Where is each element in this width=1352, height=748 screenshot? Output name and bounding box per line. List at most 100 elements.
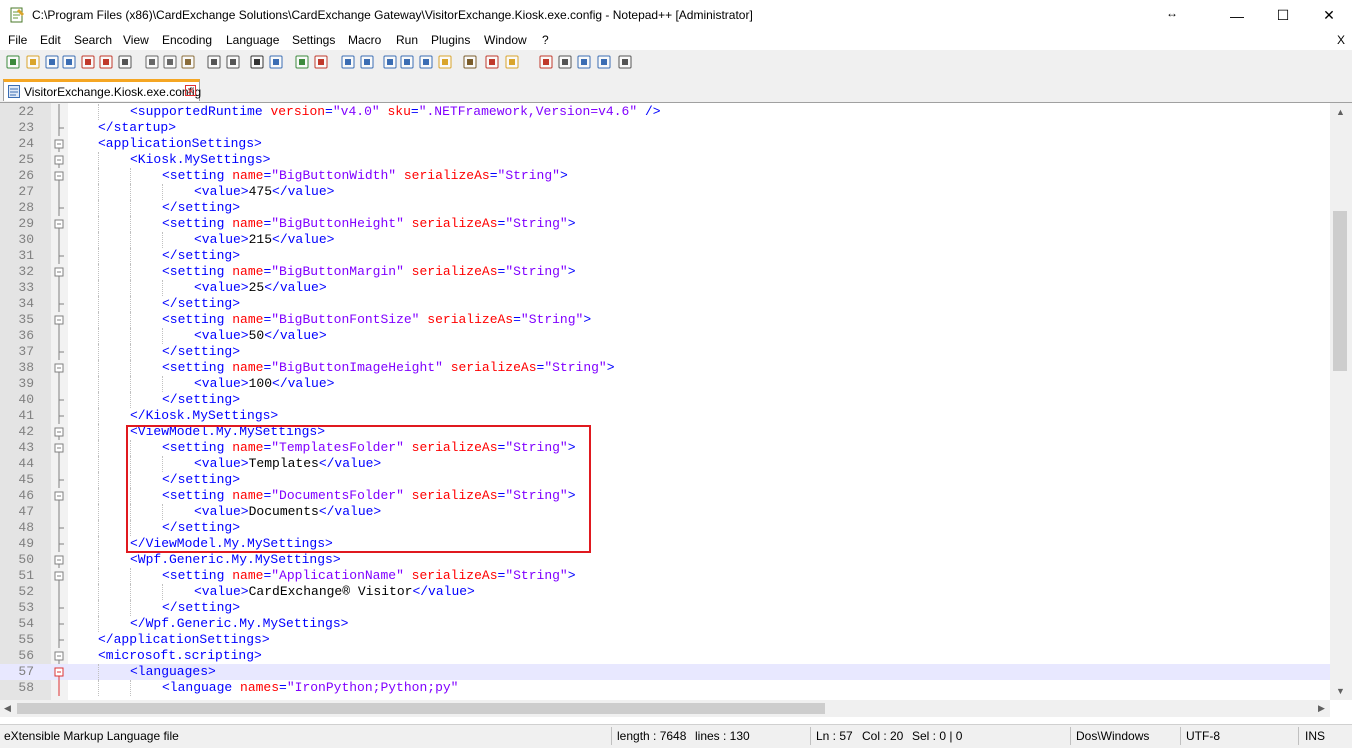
code-line[interactable]: 30 <value>215</value> xyxy=(0,232,1330,248)
menu-encoding[interactable]: Encoding xyxy=(162,33,212,47)
code-line[interactable]: 37 </setting> xyxy=(0,344,1330,360)
scroll-right-icon[interactable]: ▶ xyxy=(1318,703,1325,714)
menu-language[interactable]: Language xyxy=(226,33,279,47)
code-line[interactable]: 32 <setting name="BigButtonMargin" serial… xyxy=(0,264,1330,280)
code-line[interactable]: 39 <value>100</value> xyxy=(0,376,1330,392)
code-line[interactable]: 35 <setting name="BigButtonFontSize" seri… xyxy=(0,312,1330,328)
code-line[interactable]: 34 </setting> xyxy=(0,296,1330,312)
save-icon[interactable] xyxy=(44,54,60,70)
minimize-button[interactable]: — xyxy=(1214,0,1260,31)
code-line[interactable]: 27 <value>475</value> xyxy=(0,184,1330,200)
sync-horizontal-icon[interactable] xyxy=(359,54,375,70)
undo-icon[interactable] xyxy=(206,54,222,70)
menu-help[interactable]: ? xyxy=(542,33,549,47)
code-line[interactable]: 40 </setting> xyxy=(0,392,1330,408)
cut-icon[interactable] xyxy=(144,54,160,70)
new-icon[interactable] xyxy=(5,54,21,70)
code-line[interactable]: 28 </setting> xyxy=(0,200,1330,216)
function-list-icon[interactable] xyxy=(484,54,500,70)
code-line[interactable]: 22 <supportedRuntime version="v4.0" sku="… xyxy=(0,104,1330,120)
fold-toggle-icon[interactable] xyxy=(51,664,68,680)
sync-vertical-icon[interactable] xyxy=(340,54,356,70)
fold-toggle-icon[interactable] xyxy=(51,552,68,568)
print-icon[interactable] xyxy=(117,54,133,70)
code-line[interactable]: 54 </Wpf.Generic.My.MySettings> xyxy=(0,616,1330,632)
menu-edit[interactable]: Edit xyxy=(40,33,61,47)
code-line[interactable]: 55 </applicationSettings> xyxy=(0,632,1330,648)
replace-icon[interactable] xyxy=(268,54,284,70)
fold-toggle-icon[interactable] xyxy=(51,136,68,152)
fold-toggle-icon[interactable] xyxy=(51,264,68,280)
find-icon[interactable] xyxy=(249,54,265,70)
word-wrap-icon[interactable] xyxy=(382,54,398,70)
fold-toggle-icon[interactable] xyxy=(51,360,68,376)
code-line[interactable]: 25 <Kiosk.MySettings> xyxy=(0,152,1330,168)
tab-close-button[interactable]: ✕ xyxy=(185,85,196,96)
code-line[interactable]: 38 <setting name="BigButtonImageHeight" s… xyxy=(0,360,1330,376)
horizontal-scroll-thumb[interactable] xyxy=(17,703,825,714)
code-line[interactable]: 26 <setting name="BigButtonWidth" seriali… xyxy=(0,168,1330,184)
file-tab[interactable]: VisitorExchange.Kiosk.exe.config ✕ xyxy=(3,79,201,101)
show-all-chars-icon[interactable] xyxy=(399,54,415,70)
zoom-in-icon[interactable] xyxy=(294,54,310,70)
close-all-icon[interactable] xyxy=(98,54,114,70)
fold-toggle-icon[interactable] xyxy=(51,648,68,664)
fold-toggle-icon[interactable] xyxy=(51,312,68,328)
vertical-scroll-thumb[interactable] xyxy=(1333,211,1347,371)
fold-toggle-icon[interactable] xyxy=(51,424,68,440)
menu-view[interactable]: View xyxy=(123,33,149,47)
scroll-up-icon[interactable]: ▲ xyxy=(1336,107,1345,117)
record-macro-icon[interactable] xyxy=(538,54,554,70)
user-lang-icon[interactable] xyxy=(437,54,453,70)
save-all-icon[interactable] xyxy=(61,54,77,70)
editor[interactable]: 22 <supportedRuntime version="v4.0" sku="… xyxy=(0,103,1352,717)
redo-icon[interactable] xyxy=(225,54,241,70)
zoom-out-icon[interactable] xyxy=(313,54,329,70)
scroll-left-icon[interactable]: ◀ xyxy=(4,703,11,714)
copy-icon[interactable] xyxy=(162,54,178,70)
fold-toggle-icon[interactable] xyxy=(51,488,68,504)
vertical-scrollbar[interactable]: ▲ ▼ xyxy=(1330,103,1352,700)
menu-settings[interactable]: Settings xyxy=(292,33,335,47)
code-line[interactable]: 41 </Kiosk.MySettings> xyxy=(0,408,1330,424)
code-line[interactable]: 36 <value>50</value> xyxy=(0,328,1330,344)
code-line[interactable]: 52 <value>CardExchange® Visitor</value> xyxy=(0,584,1330,600)
code-line[interactable]: 51 <setting name="ApplicationName" serial… xyxy=(0,568,1330,584)
menu-plugins[interactable]: Plugins xyxy=(431,33,470,47)
code-line[interactable]: 33 <value>25</value> xyxy=(0,280,1330,296)
code-line[interactable]: 29 <setting name="BigButtonHeight" serial… xyxy=(0,216,1330,232)
fold-toggle-icon[interactable] xyxy=(51,152,68,168)
code-line[interactable]: 53 </setting> xyxy=(0,600,1330,616)
folder-workspace-icon[interactable] xyxy=(504,54,520,70)
indent-guide-icon[interactable] xyxy=(418,54,434,70)
stop-record-icon[interactable] xyxy=(557,54,573,70)
close-window-button[interactable]: ✕ xyxy=(1306,0,1352,31)
code-line[interactable]: 24 <applicationSettings> xyxy=(0,136,1330,152)
save-macro-icon[interactable] xyxy=(617,54,633,70)
paste-icon[interactable] xyxy=(180,54,196,70)
run-multiple-icon[interactable] xyxy=(596,54,612,70)
scroll-down-icon[interactable]: ▼ xyxy=(1336,686,1345,696)
menu-search[interactable]: Search xyxy=(74,33,112,47)
menu-macro[interactable]: Macro xyxy=(348,33,381,47)
menu-run[interactable]: Run xyxy=(396,33,418,47)
play-macro-icon[interactable] xyxy=(576,54,592,70)
code-line[interactable]: 57 <languages> xyxy=(0,664,1330,680)
menu-file[interactable]: File xyxy=(8,33,27,47)
fold-toggle-icon[interactable] xyxy=(51,168,68,184)
menu-window[interactable]: Window xyxy=(484,33,527,47)
code-line[interactable]: 58 <language names="IronPython;Python;py" xyxy=(0,680,1330,696)
close-document-button[interactable]: X xyxy=(1337,33,1345,47)
fold-toggle-icon[interactable] xyxy=(51,440,68,456)
maximize-button[interactable]: ☐ xyxy=(1260,0,1306,31)
fold-toggle-icon[interactable] xyxy=(51,568,68,584)
code-line[interactable]: 23 </startup> xyxy=(0,120,1330,136)
code-line[interactable]: 31 </setting> xyxy=(0,248,1330,264)
code-line[interactable]: 50 <Wpf.Generic.My.MySettings> xyxy=(0,552,1330,568)
fold-toggle-icon[interactable] xyxy=(51,216,68,232)
horizontal-scrollbar[interactable]: ◀ ▶ xyxy=(0,700,1330,717)
code-line[interactable]: 56 <microsoft.scripting> xyxy=(0,648,1330,664)
doc-map-icon[interactable] xyxy=(462,54,478,70)
close-icon[interactable] xyxy=(80,54,96,70)
open-icon[interactable] xyxy=(25,54,41,70)
